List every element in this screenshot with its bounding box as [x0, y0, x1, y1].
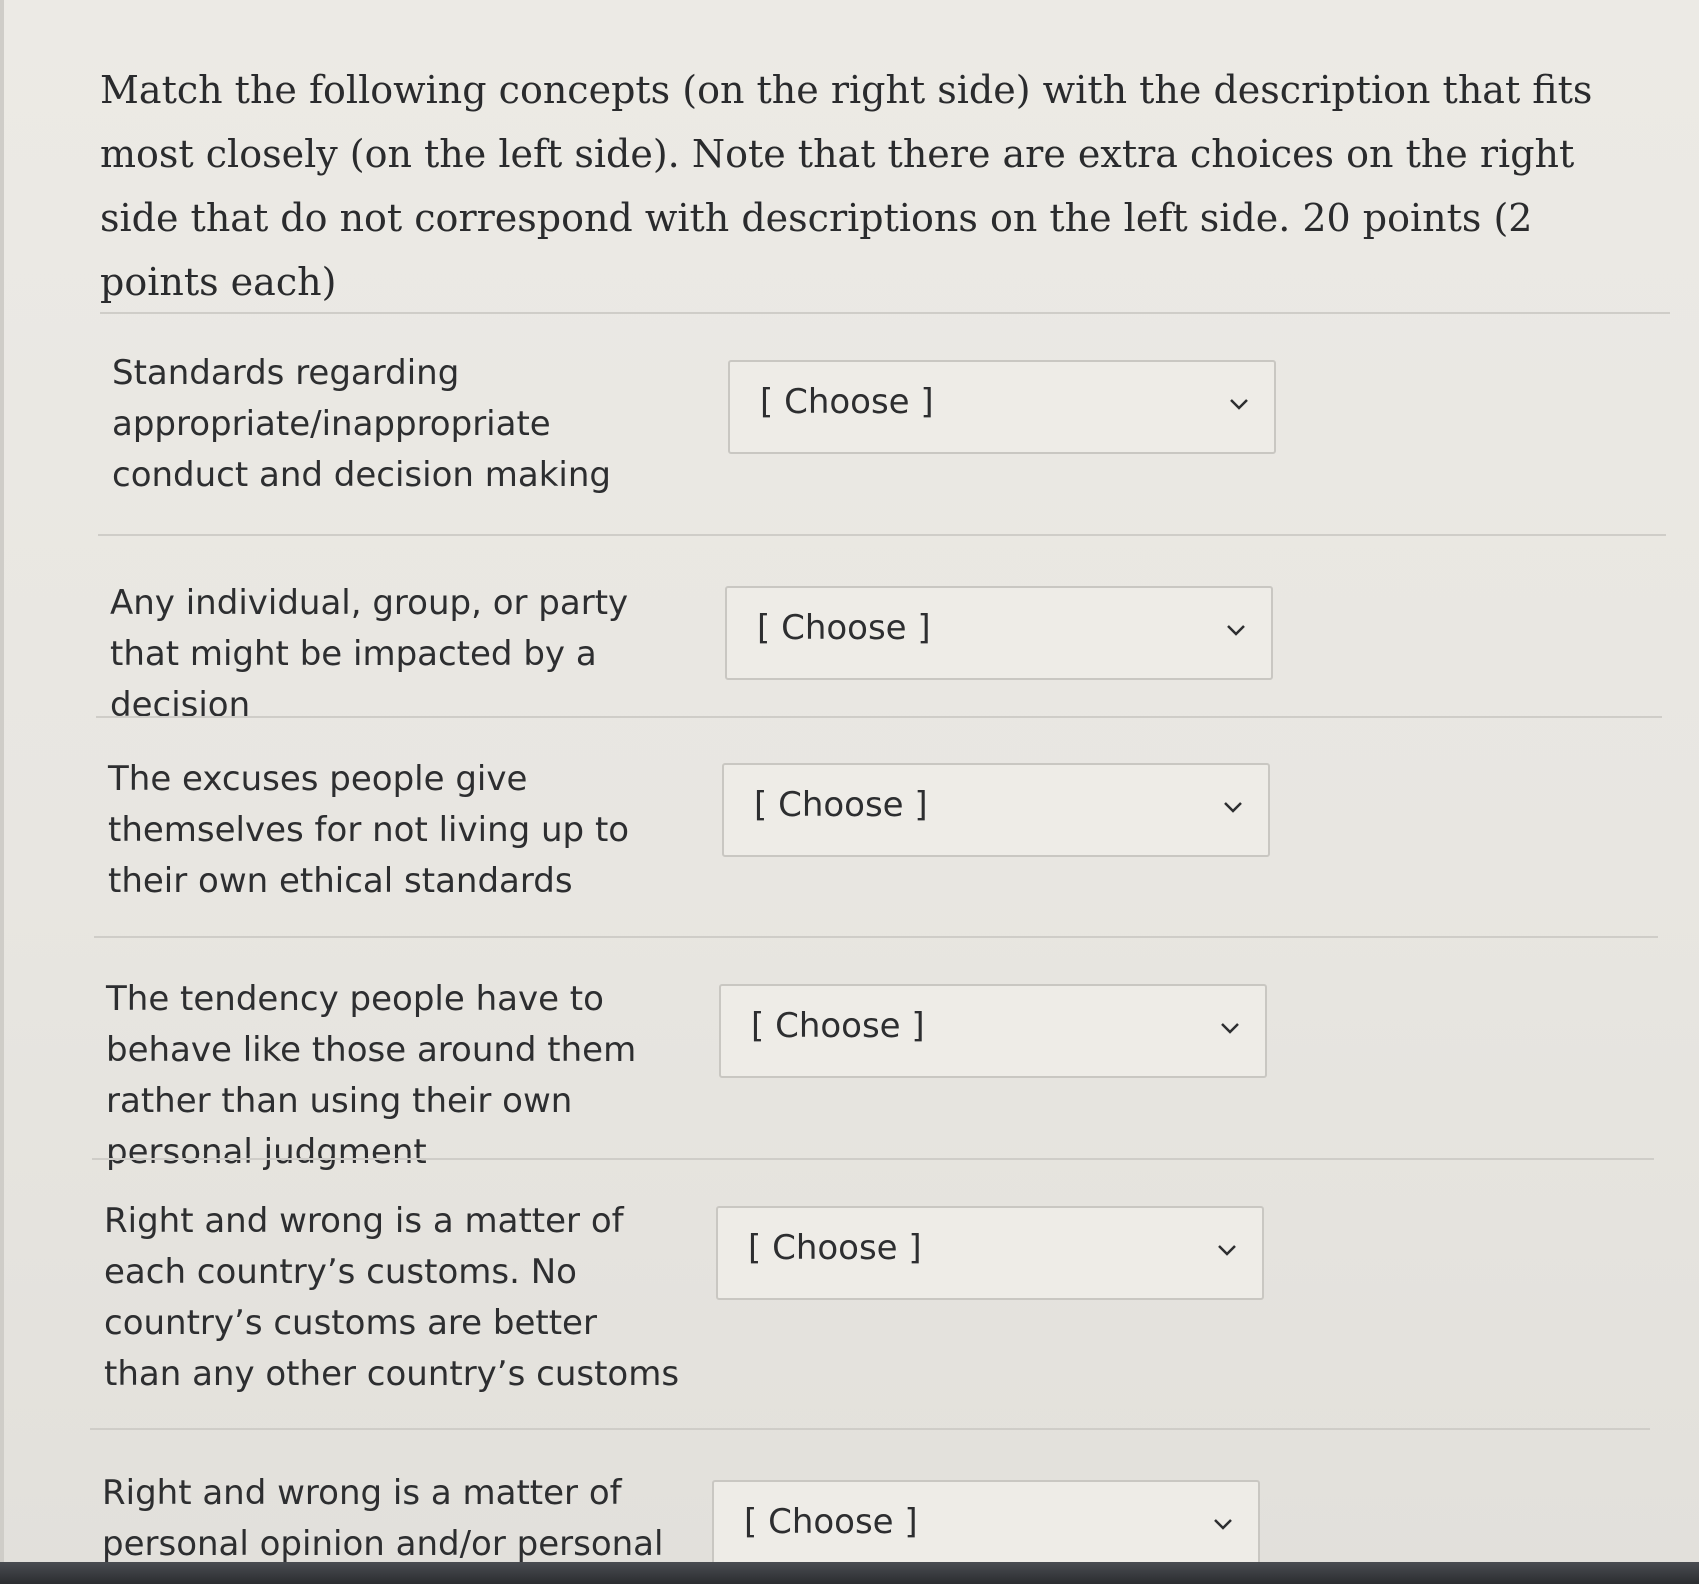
match-description: Any individual, group, or party that mig…: [110, 583, 629, 725]
match-description: The tendency people have to behave like …: [106, 979, 637, 1172]
answer-dropdown[interactable]: [ Choose ]: [728, 360, 1276, 454]
chevron-down-icon: [1218, 1245, 1236, 1256]
match-description: Standards regarding appropriate/inapprop…: [112, 353, 611, 495]
divider: [94, 936, 1658, 938]
dropdown-value: [ Choose ]: [754, 785, 928, 825]
divider: [90, 1428, 1650, 1430]
chevron-down-icon: [1230, 399, 1248, 410]
divider: [92, 1158, 1654, 1160]
divider: [100, 312, 1670, 314]
answer-dropdown[interactable]: [ Choose ]: [725, 586, 1273, 680]
dropdown-value: [ Choose ]: [748, 1228, 922, 1268]
match-description: Right and wrong is a matter of each coun…: [104, 1201, 680, 1394]
answer-dropdown[interactable]: [ Choose ]: [712, 1480, 1260, 1574]
divider: [96, 716, 1662, 718]
quiz-page: Match the following concepts (on the rig…: [0, 0, 1699, 1584]
answer-dropdown[interactable]: [ Choose ]: [716, 1206, 1264, 1300]
question-instructions: Match the following concepts (on the rig…: [100, 68, 1593, 304]
chevron-down-icon: [1224, 802, 1242, 813]
match-description: Right and wrong is a matter of personal …: [102, 1473, 664, 1564]
dropdown-value: [ Choose ]: [751, 1006, 925, 1046]
window-edge: [0, 0, 4, 1584]
dropdown-value: [ Choose ]: [760, 382, 934, 422]
divider: [98, 534, 1666, 536]
match-description: The excuses people give themselves for n…: [108, 759, 630, 901]
dropdown-value: [ Choose ]: [757, 608, 931, 648]
chevron-down-icon: [1221, 1023, 1239, 1034]
chevron-down-icon: [1227, 625, 1245, 636]
dropdown-value: [ Choose ]: [744, 1502, 918, 1542]
answer-dropdown[interactable]: [ Choose ]: [719, 984, 1267, 1078]
chevron-down-icon: [1214, 1519, 1232, 1530]
screen-bezel: [0, 1562, 1699, 1584]
answer-dropdown[interactable]: [ Choose ]: [722, 763, 1270, 857]
